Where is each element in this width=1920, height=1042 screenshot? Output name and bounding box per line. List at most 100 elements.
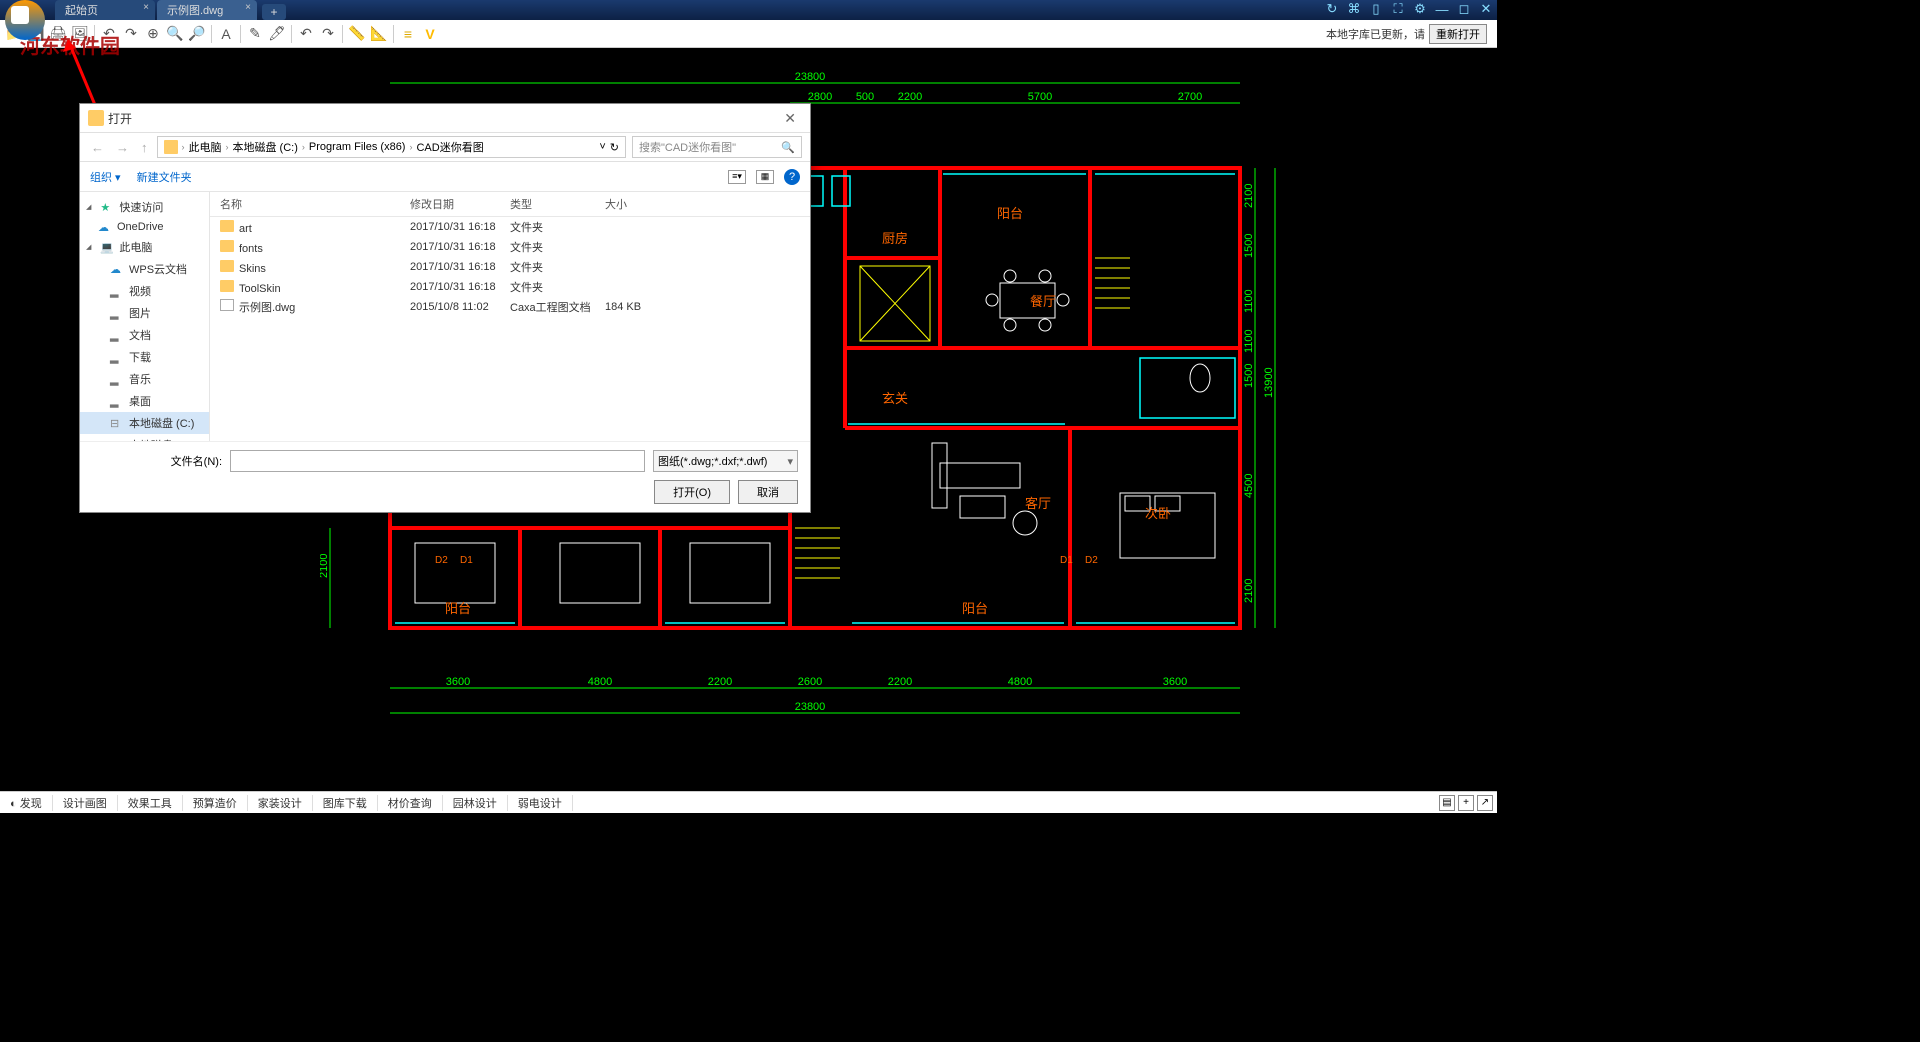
tab-close-icon[interactable]: × [143, 2, 149, 13]
rotate-left-button[interactable]: ↶ [99, 24, 119, 44]
svg-text:阳台: 阳台 [962, 601, 988, 616]
tab-close-icon[interactable]: × [245, 2, 251, 13]
export-button[interactable]: 🖼 [70, 24, 90, 44]
sidebar-item[interactable]: ▂文档 [80, 324, 209, 346]
svg-text:1500: 1500 [1243, 234, 1255, 258]
status-item[interactable]: 预算造价 [183, 795, 248, 811]
close-button[interactable]: ✕ [1477, 0, 1495, 18]
sidebar-item[interactable]: ▂音乐 [80, 368, 209, 390]
tab-start[interactable]: 起始页× [55, 0, 155, 20]
nav-up-button[interactable]: ↑ [138, 140, 151, 155]
sidebar-item[interactable]: ▂图片 [80, 302, 209, 324]
view-list-button[interactable]: ≡▾ [728, 170, 746, 184]
file-row[interactable]: ToolSkin2017/10/31 16:18文件夹 [210, 277, 810, 297]
svg-text:2100: 2100 [320, 554, 330, 578]
svg-text:厨房: 厨房 [882, 231, 908, 246]
rotate-right-button[interactable]: ↷ [121, 24, 141, 44]
open-button[interactable]: 打开(O) [654, 480, 730, 504]
status-arrow-icon[interactable]: ↗ [1477, 795, 1493, 811]
svg-text:2100: 2100 [1243, 579, 1255, 603]
svg-text:5700: 5700 [1028, 91, 1052, 103]
file-row[interactable]: 示例图.dwg2015/10/8 11:02Caxa工程图文档184 KB [210, 297, 810, 317]
file-row[interactable]: Skins2017/10/31 16:18文件夹 [210, 257, 810, 277]
text-button[interactable]: A [216, 24, 236, 44]
file-list-header[interactable]: 名称 修改日期 类型 大小 [210, 192, 810, 217]
sync-icon[interactable]: ↻ [1323, 0, 1341, 18]
sidebar-item[interactable]: ☁WPS云文档 [80, 258, 209, 280]
sidebar-item[interactable]: ▂桌面 [80, 390, 209, 412]
breadcrumb[interactable]: › 此电脑› 本地磁盘 (C:)› Program Files (x86)› C… [157, 136, 627, 158]
cancel-button[interactable]: 取消 [738, 480, 798, 504]
svg-text:3600: 3600 [1163, 676, 1187, 688]
minimize-button[interactable]: — [1433, 0, 1451, 18]
sidebar-item[interactable]: ★快速访问 [80, 196, 209, 218]
sidebar-item[interactable]: ▂下载 [80, 346, 209, 368]
vip-button[interactable]: V [420, 24, 440, 44]
nav-back-button[interactable]: ← [88, 140, 107, 155]
status-item[interactable]: 图库下载 [313, 795, 378, 811]
tab-example[interactable]: 示例图.dwg× [157, 0, 257, 20]
status-item[interactable]: 园林设计 [443, 795, 508, 811]
marker-button[interactable]: 🖊 [267, 24, 287, 44]
zoom-extents-button[interactable]: ⊕ [143, 24, 163, 44]
sidebar-item[interactable]: ⊟本地磁盘 (C:) [80, 412, 209, 434]
mobile-icon[interactable]: ▯ [1367, 0, 1385, 18]
maximize-button[interactable]: ◻ [1455, 0, 1473, 18]
status-item[interactable]: 家装设计 [248, 795, 313, 811]
measure-button[interactable]: 📏 [347, 24, 367, 44]
dialog-footer: 文件名(N): 图纸(*.dwg;*.dxf;*.dwf) 打开(O) 取消 [80, 441, 810, 512]
sidebar-item[interactable]: 💻此电脑 [80, 236, 209, 258]
zoom-out-button[interactable]: 🔎 [187, 24, 207, 44]
file-row[interactable]: art2017/10/31 16:18文件夹 [210, 217, 810, 237]
svg-text:玄关: 玄关 [882, 391, 908, 406]
dialog-close-button[interactable]: ✕ [778, 110, 802, 127]
redo-button[interactable]: ↷ [318, 24, 338, 44]
help-icon[interactable]: ? [784, 169, 800, 185]
zoom-in-button[interactable]: 🔍 [165, 24, 185, 44]
svg-text:1500: 1500 [1243, 364, 1255, 388]
print-button[interactable]: 🖨 [48, 24, 68, 44]
status-item[interactable]: 材价查询 [378, 795, 443, 811]
reopen-button[interactable]: 重新打开 [1429, 24, 1487, 44]
link-icon[interactable]: ⌘ [1345, 0, 1363, 18]
tab-bar: 起始页× 示例图.dwg× + [55, 0, 286, 20]
app-logo [0, 0, 50, 40]
svg-text:阳台: 阳台 [997, 206, 1023, 221]
undo-button[interactable]: ↶ [296, 24, 316, 44]
settings-icon[interactable]: ⚙ [1411, 0, 1429, 18]
fullscreen-icon[interactable]: ⛶ [1389, 0, 1407, 18]
new-tab-button[interactable]: + [262, 4, 286, 20]
status-item[interactable]: ◐ 发现 [0, 795, 53, 811]
folder-icon [88, 110, 104, 126]
status-item[interactable]: 设计画图 [53, 795, 118, 811]
filename-input[interactable] [230, 450, 645, 472]
status-item[interactable]: 效果工具 [118, 795, 183, 811]
sidebar-item[interactable]: ⊟本地磁盘 (D:) [80, 434, 209, 441]
main-toolbar: 📁 💾 🖨 🖼 ↶ ↷ ⊕ 🔍 🔎 A ✎ 🖊 ↶ ↷ 📏 📐 ≡ V 本地字库… [0, 20, 1497, 48]
search-icon: 🔍 [781, 141, 795, 154]
svg-text:1100: 1100 [1243, 329, 1255, 353]
svg-text:23800: 23800 [795, 71, 826, 83]
svg-text:4500: 4500 [1243, 474, 1255, 498]
dialog-title: 打开 [108, 110, 132, 127]
view-grid-button[interactable]: ▦ [756, 170, 774, 184]
status-item[interactable]: 弱电设计 [508, 795, 573, 811]
organize-button[interactable]: 组织 ▾ [90, 169, 121, 185]
svg-text:2200: 2200 [888, 676, 912, 688]
file-row[interactable]: fonts2017/10/31 16:18文件夹 [210, 237, 810, 257]
status-plus-icon[interactable]: + [1458, 795, 1474, 811]
new-folder-button[interactable]: 新建文件夹 [137, 169, 192, 185]
pencil-button[interactable]: ✎ [245, 24, 265, 44]
nav-forward-button[interactable]: → [113, 140, 132, 155]
sidebar-item[interactable]: ☁OneDrive [80, 218, 209, 236]
filetype-select[interactable]: 图纸(*.dwg;*.dxf;*.dwf) [653, 450, 798, 472]
dialog-sidebar: ★快速访问☁OneDrive💻此电脑☁WPS云文档▂视频▂图片▂文档▂下载▂音乐… [80, 192, 210, 441]
sidebar-item[interactable]: ▂视频 [80, 280, 209, 302]
filename-label: 文件名(N): [92, 453, 222, 469]
status-bar: ◐ 发现设计画图效果工具预算造价家装设计图库下载材价查询园林设计弱电设计 ▤ +… [0, 791, 1497, 813]
file-open-dialog: 打开 ✕ ← → ↑ › 此电脑› 本地磁盘 (C:)› Program Fil… [79, 103, 811, 513]
area-button[interactable]: 📐 [369, 24, 389, 44]
status-layer-icon[interactable]: ▤ [1439, 795, 1455, 811]
layers-button[interactable]: ≡ [398, 24, 418, 44]
search-input[interactable]: 搜索"CAD迷你看图" 🔍 [632, 136, 802, 158]
